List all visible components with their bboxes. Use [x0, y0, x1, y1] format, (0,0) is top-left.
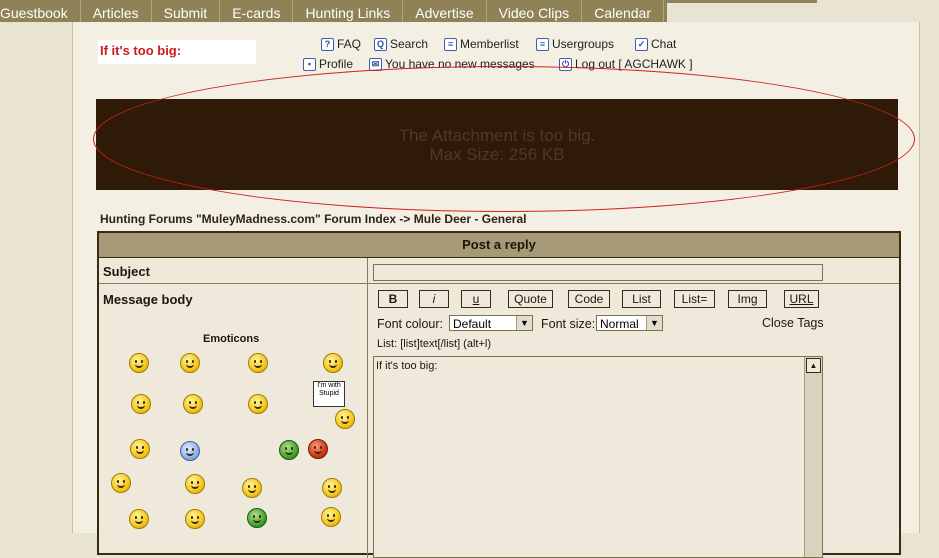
- questioning-emoticon-icon[interactable]: [322, 478, 342, 498]
- profile-label: Profile: [319, 57, 354, 71]
- url-button[interactable]: URL: [784, 290, 819, 308]
- bbcode-help-line: List: [list]text[/list] (alt+l): [377, 338, 491, 350]
- underline-button[interactable]: u: [461, 290, 491, 308]
- emoticons-heading: Emoticons: [203, 333, 260, 345]
- group-icon: ≡: [536, 37, 549, 51]
- message-body-textarea[interactable]: If it's too big: ▲: [373, 356, 823, 558]
- crying-emoticon-icon[interactable]: [248, 353, 268, 373]
- subject-label: Subject: [103, 264, 150, 279]
- message-body-label: Message body: [103, 292, 193, 307]
- search-icon: Q: [374, 37, 387, 51]
- top-navigation-edge: [667, 0, 817, 3]
- italic-button[interactable]: i: [419, 290, 449, 308]
- faq-label: FAQ: [337, 37, 362, 51]
- nav-guestbook[interactable]: Guestbook: [0, 0, 81, 22]
- ordered-list-button[interactable]: List=: [674, 290, 715, 308]
- logout-link[interactable]: ⏻ Log out [ AGCHAWK ]: [559, 57, 693, 71]
- memberlist-link[interactable]: ≡ Memberlist: [444, 37, 519, 51]
- top-navigation-bar: Guestbook Articles Submit E-cards Huntin…: [0, 0, 667, 22]
- football-emoticon-icon[interactable]: [308, 439, 328, 459]
- font-colour-value: Default: [453, 317, 492, 331]
- nav-hunting-links[interactable]: Hunting Links: [293, 0, 404, 22]
- nervous-emoticon-icon[interactable]: [248, 394, 268, 414]
- sleepy-emoticon-icon[interactable]: [242, 478, 262, 498]
- thinking-emoticon-icon[interactable]: [323, 353, 343, 373]
- shooter-emoticon-icon[interactable]: [111, 473, 131, 493]
- bold-button[interactable]: B: [378, 290, 408, 308]
- list-icon: ≡: [444, 37, 457, 51]
- angry-emoticon-icon[interactable]: [321, 507, 341, 527]
- banner-message: The Attachment is too big.: [398, 126, 596, 145]
- logout-icon: ⏻: [559, 57, 572, 71]
- chat-label: Chat: [651, 37, 677, 51]
- memberlist-label: Memberlist: [460, 37, 519, 51]
- stupid-sign-emoticon-icon[interactable]: [335, 409, 355, 429]
- image-button[interactable]: Img: [728, 290, 767, 308]
- grin-emoticon-icon[interactable]: [129, 509, 149, 529]
- search-link[interactable]: Q Search: [374, 37, 428, 51]
- messages-link[interactable]: ✉ You have no new messages: [369, 57, 535, 71]
- column-divider: [367, 258, 368, 558]
- draft-title-label: If it's too big:: [98, 40, 256, 64]
- faq-link[interactable]: ? FAQ: [321, 37, 361, 51]
- rolleyes-emoticon-icon[interactable]: [180, 353, 200, 373]
- whistle-emoticon-icon[interactable]: [185, 509, 205, 529]
- confused-emoticon-icon[interactable]: [129, 353, 149, 373]
- breadcrumb-forum[interactable]: Mule Deer - General: [414, 212, 527, 226]
- textarea-scrollbar[interactable]: ▲: [804, 357, 822, 557]
- nav-calendar[interactable]: Calendar: [582, 0, 665, 22]
- nav-submit[interactable]: Submit: [152, 0, 221, 22]
- list-button[interactable]: List: [622, 290, 661, 308]
- profile-link[interactable]: ▪ Profile: [303, 57, 353, 71]
- nav-advertise[interactable]: Advertise: [403, 0, 487, 22]
- close-tags-link[interactable]: Close Tags: [762, 316, 824, 330]
- smile-emoticon-icon[interactable]: [185, 474, 205, 494]
- font-colour-label: Font colour:: [377, 317, 444, 331]
- post-reply-form: Post a reply Subject Message body B i u …: [97, 231, 901, 558]
- font-size-select[interactable]: Normal ▼: [596, 315, 663, 331]
- banner-max-size: Max Size: 256 KB: [429, 145, 565, 164]
- profile-icon: ▪: [303, 57, 316, 71]
- logout-label: Log out [ AGCHAWK ]: [575, 57, 693, 71]
- message-text: If it's too big:: [376, 360, 438, 372]
- search-label: Search: [390, 37, 429, 51]
- messages-label: You have no new messages: [385, 57, 535, 71]
- envelope-icon: ✉: [369, 57, 382, 71]
- attachment-error-banner: The Attachment is too big. Max Size: 256…: [96, 99, 898, 190]
- chevron-down-icon: ▼: [646, 316, 662, 330]
- quote-button[interactable]: Quote: [508, 290, 553, 308]
- dunno-emoticon-icon[interactable]: [131, 394, 151, 414]
- chat-link[interactable]: ✓ Chat: [635, 37, 676, 51]
- post-reply-header: Post a reply: [99, 233, 899, 258]
- nav-ecards[interactable]: E-cards: [220, 0, 294, 22]
- scroll-up-arrow-icon[interactable]: ▲: [806, 358, 821, 373]
- forum-page: If it's too big: ? FAQ Q Search ≡ Member…: [72, 22, 920, 558]
- usergroups-label: Usergroups: [552, 37, 615, 51]
- usergroups-link[interactable]: ≡ Usergroups: [536, 37, 614, 51]
- thumbs-up-emoticon-icon[interactable]: [180, 441, 200, 461]
- stupid-sign-icon[interactable]: I'm with Stupid: [313, 381, 345, 407]
- clover-emoticon-icon[interactable]: [247, 508, 267, 528]
- breadcrumb-separator: ->: [396, 212, 414, 226]
- nav-video-clips[interactable]: Video Clips: [487, 0, 583, 22]
- help-icon: ?: [321, 37, 334, 51]
- gunfire-emoticon-icon[interactable]: [130, 439, 150, 459]
- breadcrumb-forum-index[interactable]: Hunting Forums "MuleyMadness.com" Forum …: [100, 212, 396, 226]
- top-navigation-filler: [667, 0, 939, 22]
- wave-emoticon-icon[interactable]: [183, 394, 203, 414]
- breadcrumb: Hunting Forums "MuleyMadness.com" Forum …: [100, 212, 526, 226]
- font-size-value: Normal: [600, 317, 639, 331]
- chevron-down-icon: ▼: [516, 316, 532, 330]
- font-size-label: Font size:: [541, 317, 596, 331]
- nav-articles[interactable]: Articles: [81, 0, 152, 22]
- subject-input[interactable]: [373, 264, 823, 281]
- code-button[interactable]: Code: [568, 290, 610, 308]
- font-colour-select[interactable]: Default ▼: [449, 315, 533, 331]
- checkbox-icon: ✓: [635, 37, 648, 51]
- archer-emoticon-icon[interactable]: [279, 440, 299, 460]
